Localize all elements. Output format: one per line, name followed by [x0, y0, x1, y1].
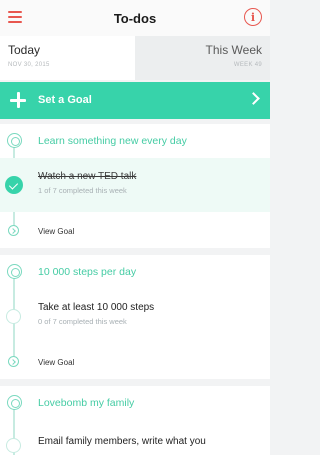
hamburger-menu-icon[interactable] — [8, 11, 22, 23]
task-row[interactable]: Watch a new TED talk 1 of 7 completed th… — [0, 158, 270, 212]
goal-header[interactable]: 10 000 steps per day — [0, 255, 270, 289]
goal-title: 10 000 steps per day — [38, 266, 137, 278]
view-goal-label: View Goal — [38, 227, 75, 236]
empty-checkbox-icon[interactable] — [6, 438, 21, 453]
view-goal-link[interactable]: View Goal — [0, 220, 270, 244]
task-title: Take at least 10 000 steps — [38, 302, 155, 313]
goal-card: 10 000 steps per day Take at least 10 00… — [0, 255, 270, 379]
period-tabs: Today NOV 30, 2015 This Week WEEK 49 — [0, 36, 270, 80]
tab-this-week[interactable]: This Week WEEK 49 — [135, 36, 270, 80]
set-goal-button[interactable]: Set a Goal — [0, 82, 270, 119]
tab-today-label: Today — [8, 43, 41, 57]
info-icon[interactable]: i — [244, 8, 262, 26]
page-title: To-dos — [113, 10, 157, 26]
view-goal-link[interactable]: View Goal — [0, 351, 270, 375]
tab-this-week-label: This Week — [205, 43, 262, 57]
goal-target-icon — [7, 133, 22, 148]
goal-card: Learn something new every day Watch a ne… — [0, 124, 270, 248]
chevron-circle-icon — [8, 356, 19, 367]
tab-today-date: NOV 30, 2015 — [8, 62, 50, 68]
task-title: Watch a new TED talk — [38, 171, 137, 182]
goal-header[interactable]: Learn something new every day — [0, 124, 270, 158]
goal-card: Lovebomb my family Email family members,… — [0, 386, 270, 455]
view-goal-label: View Goal — [38, 358, 75, 367]
top-bar: To-dos i — [0, 0, 270, 36]
chevron-circle-icon — [8, 225, 19, 236]
task-progress: 0 of 7 completed this week — [38, 317, 127, 326]
chevron-right-icon — [247, 92, 260, 105]
tab-this-week-number: WEEK 49 — [233, 62, 262, 68]
goal-target-icon — [7, 264, 22, 279]
task-progress: 1 of 7 completed this week — [38, 186, 127, 195]
task-title[interactable]: Email family members, write what you — [38, 435, 258, 448]
tab-today[interactable]: Today NOV 30, 2015 — [0, 36, 135, 80]
plus-icon — [10, 92, 26, 108]
goal-title: Learn something new every day — [38, 135, 187, 147]
goal-target-icon — [7, 395, 22, 410]
task-row[interactable]: Take at least 10 000 steps 0 of 7 comple… — [0, 289, 270, 343]
set-goal-label: Set a Goal — [38, 94, 92, 106]
checkmark-icon[interactable] — [5, 176, 23, 194]
goal-header[interactable]: Lovebomb my family — [0, 386, 270, 420]
empty-checkbox-icon[interactable] — [6, 309, 21, 324]
goal-title: Lovebomb my family — [38, 397, 135, 409]
